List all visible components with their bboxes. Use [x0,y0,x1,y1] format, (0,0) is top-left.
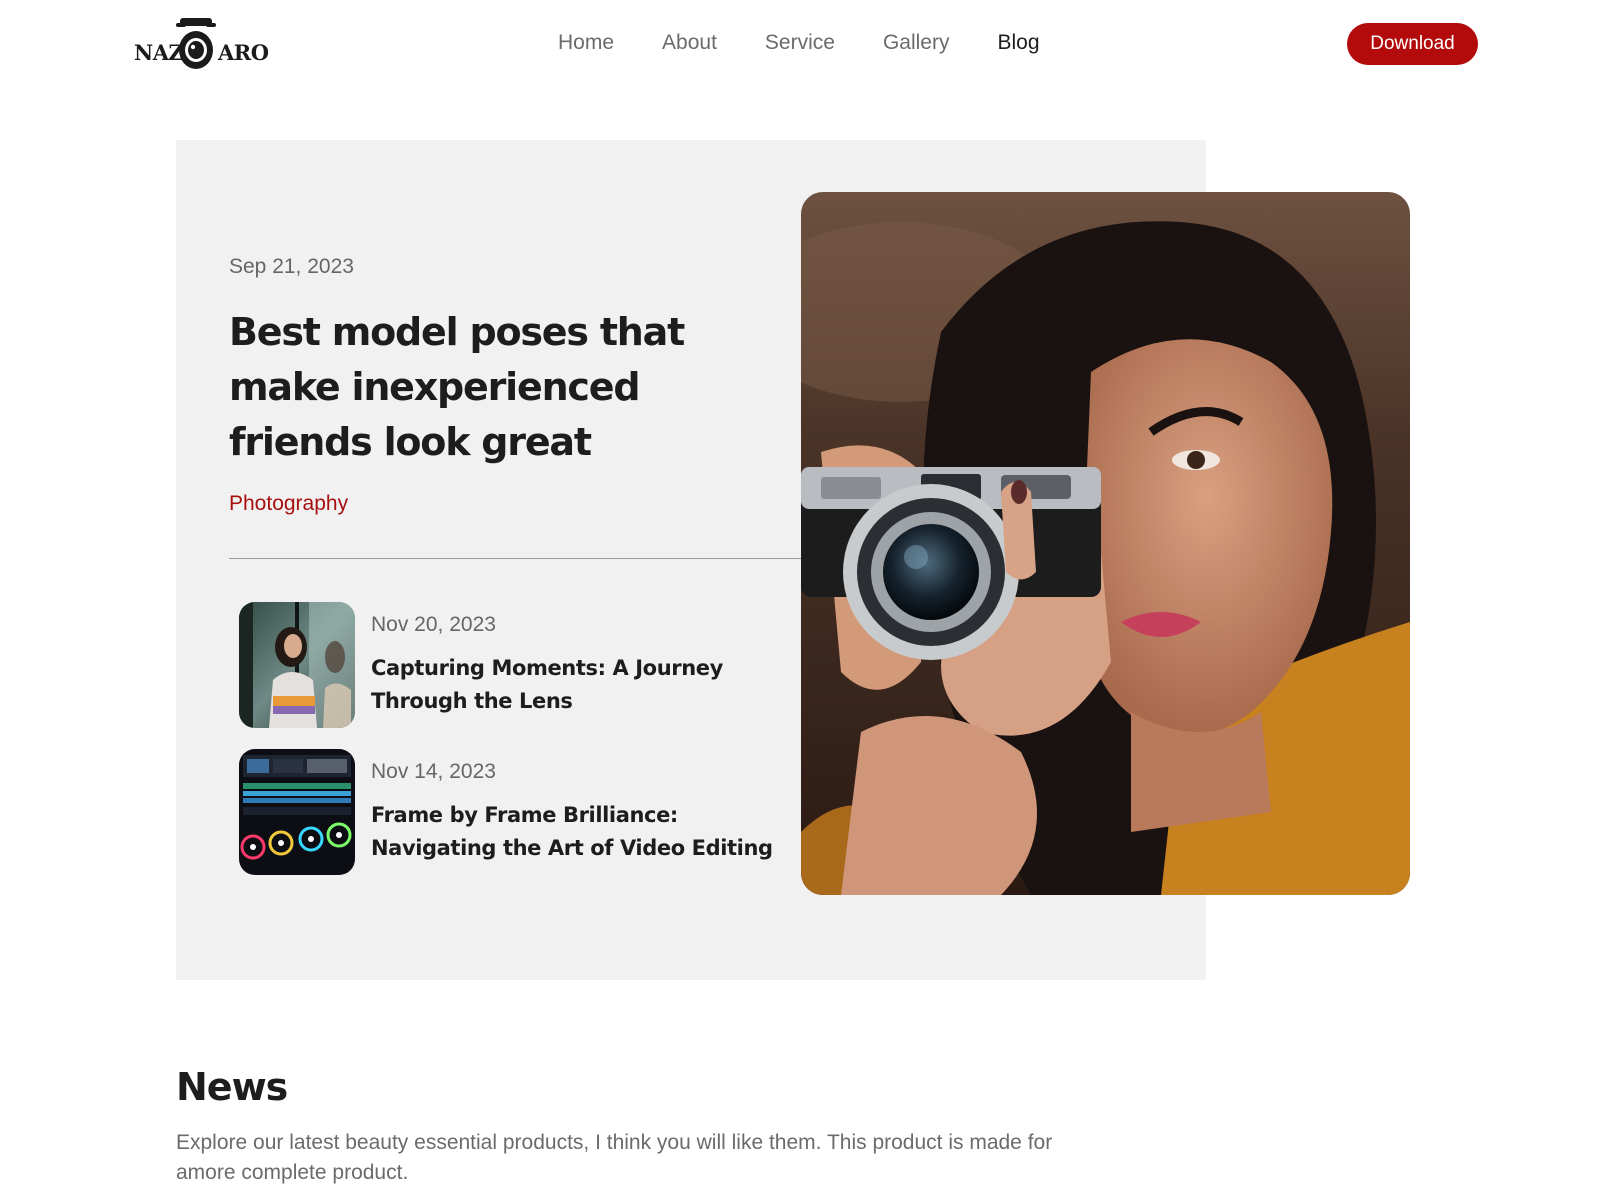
nav-about[interactable]: About [662,28,717,58]
video-editing-thumbnail[interactable] [239,749,355,875]
nav-home[interactable]: Home [558,28,614,58]
woman-portrait-thumbnail[interactable] [239,602,355,728]
main-nav: Home About Service Gallery Blog [558,28,1088,58]
nav-service[interactable]: Service [765,28,835,58]
post-title[interactable]: Capturing Moments: A Journey Through the… [371,652,801,718]
divider [229,558,802,559]
post-title[interactable]: Frame by Frame Brilliance: Navigating th… [371,799,801,865]
post-item[interactable]: Nov 20, 2023 Capturing Moments: A Journe… [239,602,799,728]
site-header: NAZ ARO Home About Service Gallery Blog … [0,0,1600,90]
logo[interactable]: NAZ ARO [134,14,269,72]
news-description: Explore our latest beauty essential prod… [176,1131,1053,1184]
download-button[interactable]: Download [1347,23,1478,65]
featured-date: Sep 21, 2023 [229,255,354,278]
featured-category-link[interactable]: Photography [229,492,348,516]
woman-with-camera-photo[interactable] [801,192,1410,895]
post-date: Nov 14, 2023 [371,760,496,783]
post-item[interactable]: Nov 14, 2023 Frame by Frame Brilliance: … [239,749,799,875]
post-date: Nov 20, 2023 [371,613,496,636]
featured-title[interactable]: Best model poses that make inexperienced… [229,305,789,470]
camera-logo-icon [176,18,216,69]
nav-blog[interactable]: Blog [997,28,1039,58]
news-heading: News [176,1065,288,1109]
logo-text-right: ARO [218,40,269,65]
nav-gallery[interactable]: Gallery [883,28,950,58]
